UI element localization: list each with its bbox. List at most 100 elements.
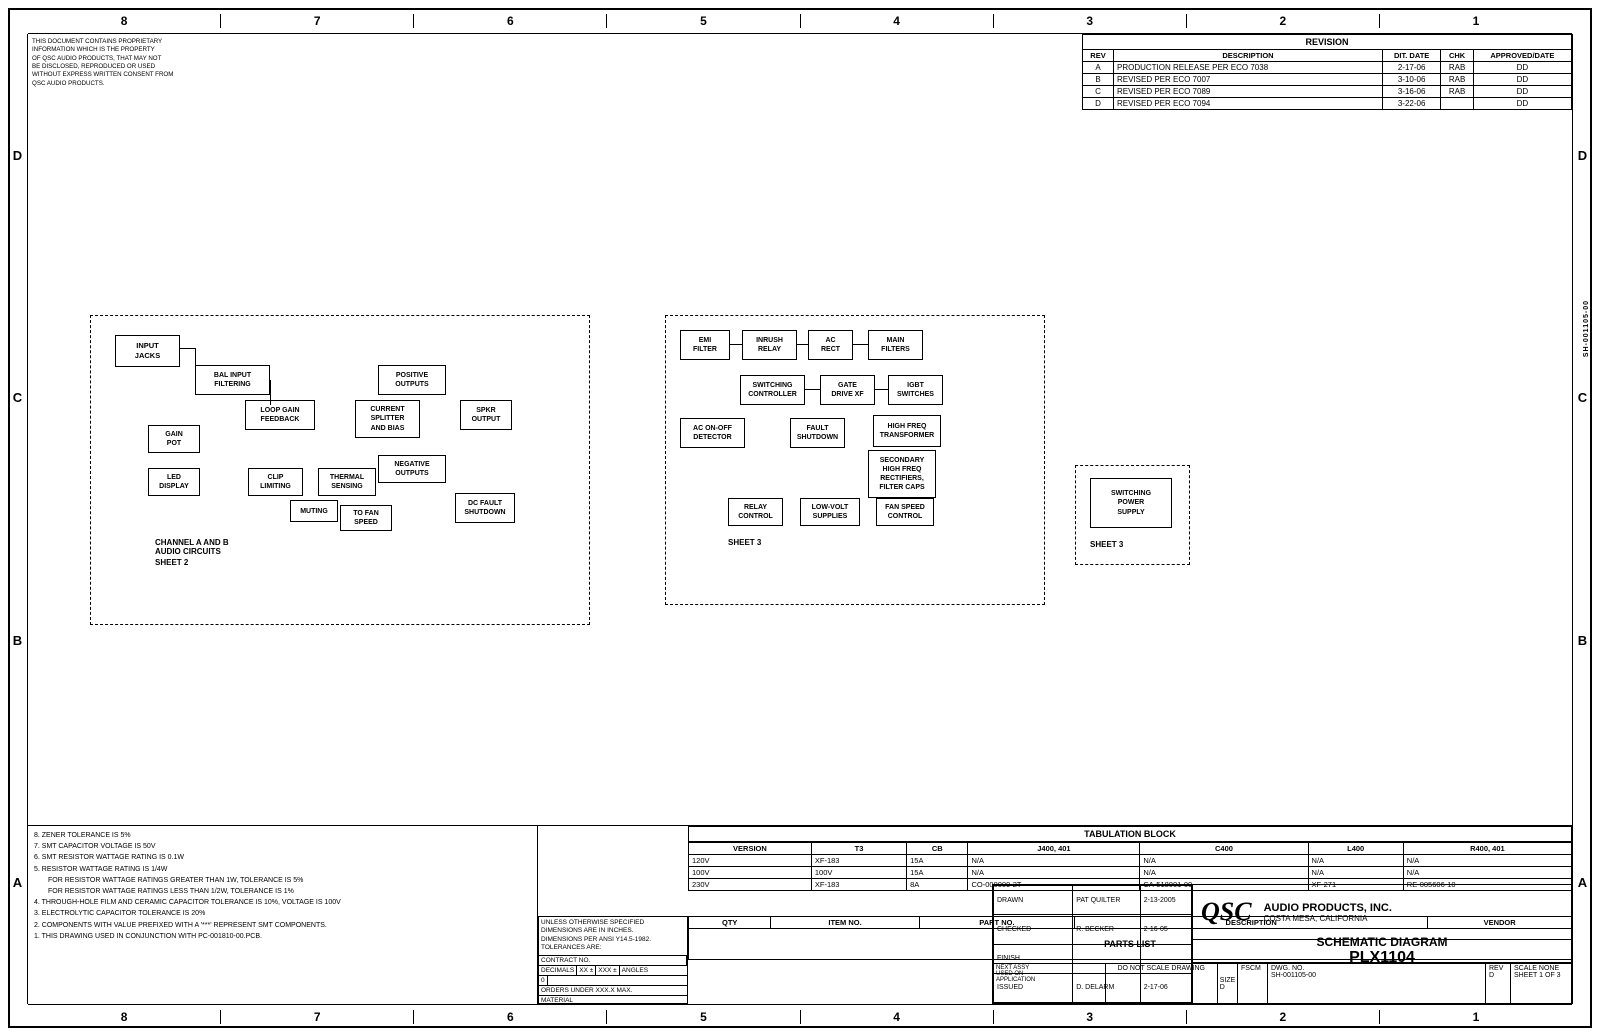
bot-col-num-7: 7	[221, 1010, 414, 1024]
rev-row-a-chk: RAB	[1441, 62, 1473, 74]
tab-row1-c400: N/A	[1140, 855, 1308, 867]
tab-header-j400: J400, 401	[968, 843, 1140, 855]
drawing-material: MATERIAL	[539, 995, 687, 1005]
rev-row-c-rev: C	[1083, 86, 1114, 98]
col-num-6: 6	[414, 14, 607, 28]
sheet2-label: SHEET 2	[155, 558, 188, 567]
row-letter-c-right: C	[1578, 390, 1587, 405]
note-5a: FOR RESISTOR WATTAGE RATINGS GREATER THA…	[34, 875, 531, 886]
block-gain-pot: GAINPOT	[148, 425, 200, 453]
block-emi-filter: EMIFILTER	[680, 330, 730, 360]
approval-drawn-date: 2-13-2005	[1140, 886, 1191, 915]
drawing-angles: ANGLES	[620, 966, 650, 975]
approval-drawn-label: DRAWN	[994, 886, 1073, 915]
note-5b: FOR RESISTOR WATTAGE RATINGS LESS THAN 1…	[34, 886, 531, 897]
tab-header-cb: CB	[907, 843, 968, 855]
rev-row-b-chk: RAB	[1441, 74, 1473, 86]
channel-ab-label: CHANNEL A AND BAUDIO CIRCUITS	[155, 538, 229, 556]
rev-col-rev: REV	[1083, 50, 1114, 62]
col-num-4: 4	[801, 14, 994, 28]
rev-row-d-approved: DD	[1473, 98, 1571, 110]
note-2: 2. COMPONENTS WITH VALUE PREFIXED WITH A…	[34, 920, 531, 931]
tab-header-l400: L400	[1308, 843, 1403, 855]
block-dc-fault: DC FAULTSHUTDOWN	[455, 493, 515, 523]
tab-row2-t3: 100V	[811, 867, 906, 879]
block-loop-gain: LOOP GAINFEEDBACK	[245, 400, 315, 430]
rev-row-a-date: 2-17-06	[1382, 62, 1440, 74]
col-num-8: 8	[28, 14, 221, 28]
rev-row-d-date: 3-22-06	[1382, 98, 1440, 110]
rev-row-d-chk	[1441, 98, 1473, 110]
row-letter-a-left: A	[13, 875, 22, 890]
company-location: COSTA MESA, CALIFORNIA	[1264, 914, 1392, 923]
rev-row-b-desc: REVISED PER ECO 7007	[1113, 74, 1382, 86]
drawing-unless-noted: UNLESS OTHERWISE SPECIFIED DIMENSIONS AR…	[539, 917, 687, 955]
tab-header-c400: C400	[1140, 843, 1308, 855]
note-6: 6. SMT RESISTOR WATTAGE RATING IS 0.1W	[34, 852, 531, 863]
tab-row1-t3: XF-183	[811, 855, 906, 867]
block-positive-outputs: POSITIVEOUTPUTS	[378, 365, 446, 395]
parts-header-qty: QTY	[689, 917, 771, 929]
row-letter-b-left: B	[13, 633, 22, 648]
approval-checked-label: CHECKED	[994, 915, 1073, 944]
approval-drawn-name: PAT QUILTER	[1073, 886, 1141, 915]
sheet-field: SCALE NONESHEET 1 OF 3	[1511, 963, 1571, 1003]
company-name: AUDIO PRODUCTS, INC.	[1264, 902, 1392, 914]
rev-row-a-desc: PRODUCTION RELEASE PER ECO 7038	[1113, 62, 1382, 74]
block-main-filters: MAINFILTERS	[868, 330, 923, 360]
edge-sheet-label: SH-001105-00	[1583, 300, 1590, 357]
block-inrush-relay: INRUSHRELAY	[742, 330, 797, 360]
block-switching-power-supply: SWITCHINGPOWERSUPPLY	[1090, 478, 1172, 528]
block-secondary-hf: SECONDARYHIGH FREQRECTIFIERS,FILTER CAPS	[868, 450, 936, 498]
bot-col-num-3: 3	[994, 1010, 1187, 1024]
bot-col-num-5: 5	[607, 1010, 800, 1024]
block-fan-speed-control: FAN SPEEDCONTROL	[876, 498, 934, 526]
note-1: 1. THIS DRAWING USED IN CONJUNCTION WITH…	[34, 931, 531, 942]
bot-col-num-4: 4	[801, 1010, 994, 1024]
drawing-orders: ORDERS UNDER XXX.X MAX.	[539, 985, 687, 995]
rev-row-a-approved: DD	[1473, 62, 1571, 74]
note-4: 4. THROUGH-HOLE FILM AND CERAMIC CAPACIT…	[34, 897, 531, 908]
parts-header-item: ITEM NO.	[771, 917, 919, 929]
drawing-decimals-xxx: XXX ±	[596, 966, 619, 975]
fscm-field: FSCM	[1238, 963, 1268, 1003]
rev-row-c-date: 3-16-06	[1382, 86, 1440, 98]
row-letter-d-right: D	[1578, 148, 1587, 163]
drawing-decimals-xx: XX ±	[577, 966, 596, 975]
tab-row1-j400: N/A	[968, 855, 1140, 867]
rev-row-b-approved: DD	[1473, 74, 1571, 86]
drawing-type-label: SCHEMATIC DIAGRAM	[1316, 935, 1447, 949]
block-led-display: LEDDISPLAY	[148, 468, 200, 496]
note-7: 7. SMT CAPACITOR VOLTAGE IS 50V	[34, 841, 531, 852]
row-letter-d-left: D	[13, 148, 22, 163]
block-ac-on-off: AC ON-OFFDETECTOR	[680, 418, 745, 448]
block-spkr-output: SPKROUTPUT	[460, 400, 512, 430]
col-num-3: 3	[994, 14, 1187, 28]
rev-field: REVD	[1486, 963, 1511, 1003]
tabulation-title: TABULATION BLOCK	[688, 826, 1572, 842]
rev-row-b-date: 3-10-06	[1382, 74, 1440, 86]
row-letter-b-right: B	[1578, 633, 1587, 648]
rev-col-chk: CHK	[1441, 50, 1473, 62]
bot-col-num-6: 6	[414, 1010, 607, 1024]
tab-row2-j400: N/A	[968, 867, 1140, 879]
tab-row3-t3: XF-183	[811, 879, 906, 891]
proprietary-notice: THIS DOCUMENT CONTAINS PROPRIETARY INFOR…	[32, 38, 177, 88]
row-letter-a-right: A	[1578, 875, 1587, 890]
tab-row1-cb: 15A	[907, 855, 968, 867]
col-num-1: 1	[1380, 14, 1572, 28]
block-bal-input: BAL INPUTFILTERING	[195, 365, 270, 395]
block-clip-limiting: CLIPLIMITING	[248, 468, 303, 496]
rev-row-c-approved: DD	[1473, 86, 1571, 98]
tab-row2-cb: 15A	[907, 867, 968, 879]
note-8: 8. ZENER TOLERANCE IS 5%	[34, 830, 531, 841]
tab-header-t3: T3	[811, 843, 906, 855]
block-negative-outputs: NEGATIVEOUTPUTS	[378, 455, 446, 483]
block-muting: MUTING	[290, 500, 338, 522]
bot-col-num-8: 8	[28, 1010, 221, 1024]
block-igbt: IGBTSWITCHES	[888, 375, 943, 405]
approval-checked-name: R. BECKER	[1073, 915, 1141, 944]
block-gate-drive: GATEDRIVE XF	[820, 375, 875, 405]
bot-col-num-2: 2	[1187, 1010, 1380, 1024]
rev-row-d-rev: D	[1083, 98, 1114, 110]
